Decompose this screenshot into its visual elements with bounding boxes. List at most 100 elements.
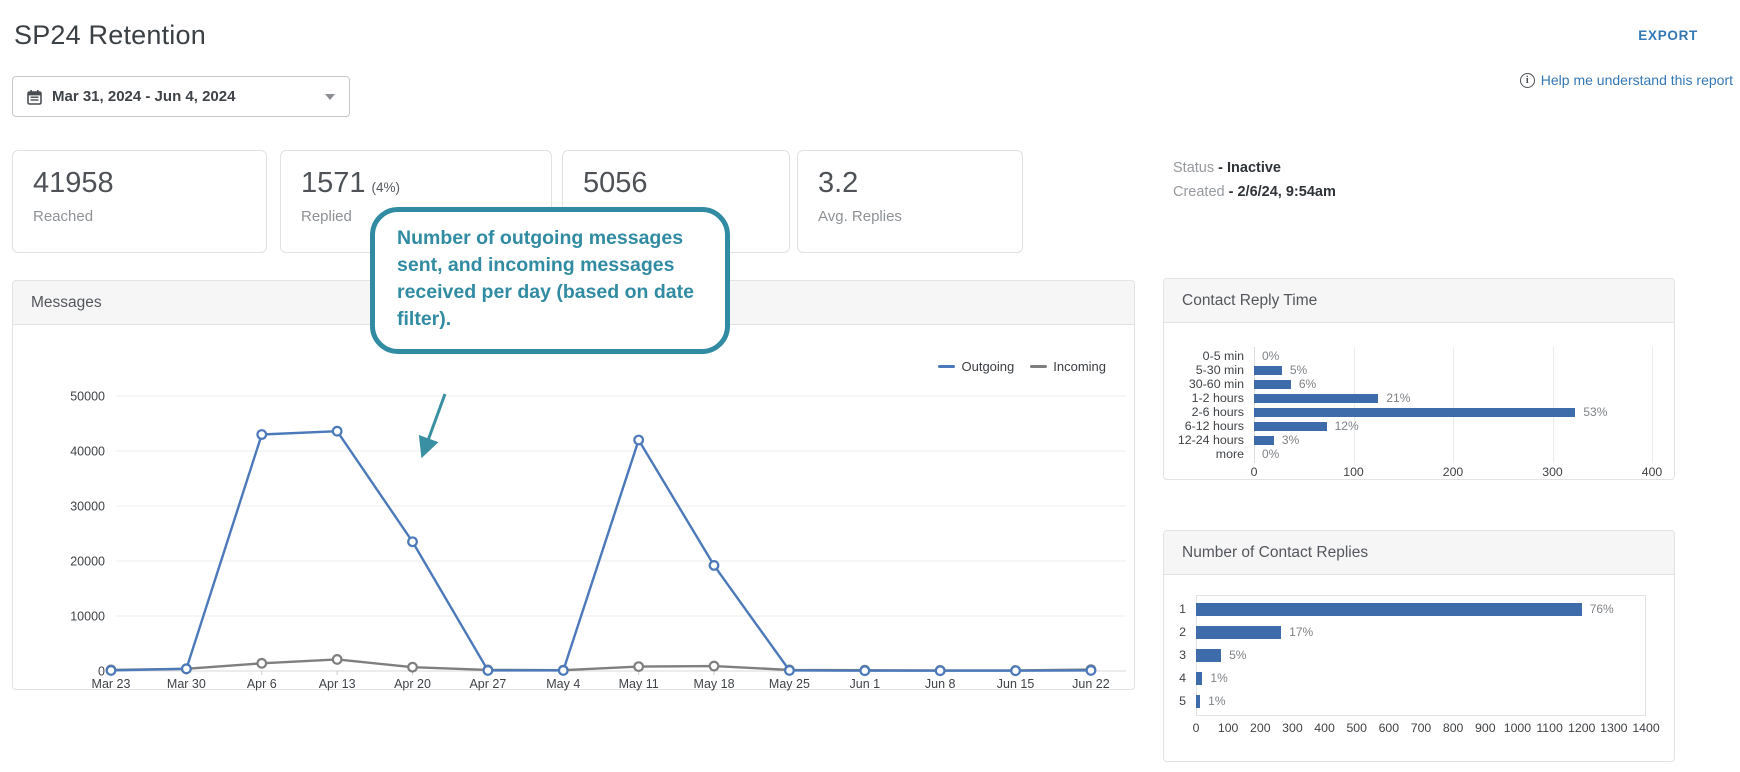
axis-tick-label: 300 bbox=[1282, 721, 1303, 735]
axis-tick-label: 1300 bbox=[1600, 721, 1627, 735]
axis-tick-label: 800 bbox=[1443, 721, 1464, 735]
page-title: SP24 Retention bbox=[14, 20, 206, 51]
bar-value-label: 0% bbox=[1262, 349, 1279, 363]
bar[interactable] bbox=[1254, 380, 1291, 389]
stat-value: 5056 bbox=[583, 167, 648, 199]
bar[interactable] bbox=[1254, 422, 1327, 431]
bar-category-label: 1 bbox=[1164, 598, 1186, 621]
date-range-picker[interactable]: Mar 31, 2024 - Jun 4, 2024 bbox=[12, 76, 350, 117]
bar-value-label: 1% bbox=[1208, 690, 1225, 713]
bar-value-label: 1% bbox=[1210, 667, 1227, 690]
bar-row: 0-5 min 0% bbox=[1164, 349, 1674, 363]
axis-tick-label: 1100 bbox=[1536, 721, 1562, 735]
axis-tick-label: 0 bbox=[1251, 465, 1258, 479]
axis-tick-label: 400 bbox=[1642, 465, 1663, 479]
bar-category-label: 6-12 hours bbox=[1164, 419, 1244, 433]
bar-row: 217% bbox=[1164, 621, 1674, 644]
num-replies-chart: 176%217%35%41%51%01002003004005006007008… bbox=[1164, 575, 1674, 761]
svg-text:Apr 20: Apr 20 bbox=[394, 677, 431, 691]
svg-text:Apr 27: Apr 27 bbox=[469, 677, 506, 691]
bar[interactable] bbox=[1254, 394, 1378, 403]
created-value: 2/6/24, 9:54am bbox=[1237, 184, 1335, 200]
bar-value-label: 76% bbox=[1590, 598, 1614, 621]
axis-tick-label: 900 bbox=[1475, 721, 1496, 735]
svg-text:Mar 30: Mar 30 bbox=[167, 677, 206, 691]
bar-category-label: 12-24 hours bbox=[1164, 433, 1244, 447]
axis-tick-label: 200 bbox=[1250, 721, 1271, 735]
svg-text:Jun 1: Jun 1 bbox=[850, 677, 881, 691]
chevron-down-icon bbox=[325, 94, 335, 100]
bar-category-label: 0-5 min bbox=[1164, 349, 1244, 363]
help-link-label: Help me understand this report bbox=[1541, 72, 1733, 88]
stat-note: (4%) bbox=[372, 180, 401, 195]
svg-text:Jun 8: Jun 8 bbox=[925, 677, 956, 691]
bar[interactable] bbox=[1254, 436, 1274, 445]
status-label: Status bbox=[1173, 160, 1214, 176]
panel-title: Messages bbox=[31, 294, 102, 312]
help-link[interactable]: i Help me understand this report bbox=[1520, 72, 1733, 88]
stat-card-reached: 41958 Reached bbox=[12, 150, 267, 253]
bar-row: 12-24 hours 3% bbox=[1164, 433, 1674, 447]
svg-text:May 25: May 25 bbox=[769, 677, 810, 691]
bar-value-label: 6% bbox=[1299, 377, 1316, 391]
axis-tick-label: 100 bbox=[1343, 465, 1364, 479]
bar-row: 1 76% bbox=[1164, 598, 1674, 621]
bar[interactable] bbox=[1196, 603, 1582, 616]
reply-time-chart: 0-5 min0%5-30 min5%30-60 min6%1-2 hours2… bbox=[1164, 323, 1674, 479]
bar-value-label: 5% bbox=[1229, 644, 1246, 667]
export-button[interactable]: EXPORT bbox=[1638, 28, 1698, 43]
axis-tick-label: 1200 bbox=[1568, 721, 1595, 735]
svg-text:May 4: May 4 bbox=[546, 677, 580, 691]
bar-category-label: 2-6 hours bbox=[1164, 405, 1244, 419]
stat-value: 3.2 bbox=[818, 167, 858, 199]
axis-tick-label: 400 bbox=[1314, 721, 1335, 735]
bar-value-label: 53% bbox=[1583, 405, 1607, 419]
bar-row: more 0% bbox=[1164, 447, 1674, 461]
axis-tick-label: 100 bbox=[1218, 721, 1239, 735]
status-line: Status - Inactive bbox=[1173, 156, 1336, 180]
stat-value: 1571 bbox=[301, 167, 366, 199]
svg-text:Apr 13: Apr 13 bbox=[319, 677, 356, 691]
stat-value: 41958 bbox=[33, 167, 114, 199]
bar[interactable] bbox=[1254, 366, 1282, 375]
info-icon: i bbox=[1520, 73, 1535, 88]
bar-category-label: 4 bbox=[1164, 667, 1186, 690]
bar[interactable] bbox=[1196, 695, 1200, 708]
bar-category-label: 5-30 min bbox=[1164, 363, 1244, 377]
svg-text:50000: 50000 bbox=[70, 390, 105, 404]
svg-text:May 11: May 11 bbox=[619, 677, 659, 691]
stat-label: Reached bbox=[33, 208, 246, 225]
bar-value-label: 21% bbox=[1386, 391, 1410, 405]
bar[interactable] bbox=[1196, 626, 1281, 639]
bar-row: 5 1% bbox=[1164, 690, 1674, 713]
bar-category-label: 2 bbox=[1164, 621, 1186, 644]
bar-category-label: 5 bbox=[1164, 690, 1186, 713]
bar-row: 2-6 hours 53% bbox=[1164, 405, 1674, 419]
messages-line-chart: 01000020000300004000050000Mar 23Mar 30Ap… bbox=[13, 325, 1136, 691]
bar[interactable] bbox=[1196, 672, 1202, 685]
bar[interactable] bbox=[1196, 649, 1221, 662]
bar-row: 35% bbox=[1164, 644, 1674, 667]
reply-time-panel-header: Contact Reply Time bbox=[1164, 279, 1674, 323]
bar-row: 5-30 min 5% bbox=[1164, 363, 1674, 377]
axis-tick-label: 0 bbox=[1193, 721, 1200, 735]
calendar-icon bbox=[27, 89, 42, 105]
svg-text:Apr 6: Apr 6 bbox=[247, 677, 277, 691]
axis-tick-label: 1400 bbox=[1632, 721, 1659, 735]
bar-value-label: 5% bbox=[1290, 363, 1307, 377]
bar[interactable] bbox=[1254, 408, 1575, 417]
stat-label: Avg. Replies bbox=[818, 208, 1002, 225]
report-info: Status - Inactive Created - 2/6/24, 9:54… bbox=[1173, 156, 1336, 204]
contact-reply-time-panel: Contact Reply Time 0-5 min 0% 5-30 min 5% 30… bbox=[1163, 278, 1675, 480]
bar-row: 4 1% bbox=[1164, 667, 1674, 690]
svg-text:Jun 22: Jun 22 bbox=[1072, 677, 1110, 691]
bar-value-label: 0% bbox=[1262, 447, 1279, 461]
axis-tick-label: 300 bbox=[1542, 465, 1563, 479]
svg-text:10000: 10000 bbox=[70, 610, 105, 624]
axis-tick-label: 700 bbox=[1411, 721, 1432, 735]
axis-tick-label: 500 bbox=[1346, 721, 1367, 735]
bar-category-label: more bbox=[1164, 447, 1244, 461]
bar-value-label: 3% bbox=[1282, 433, 1299, 447]
created-line: Created - 2/6/24, 9:54am bbox=[1173, 180, 1336, 204]
bar-row: 1-2 hours21% bbox=[1164, 391, 1674, 405]
